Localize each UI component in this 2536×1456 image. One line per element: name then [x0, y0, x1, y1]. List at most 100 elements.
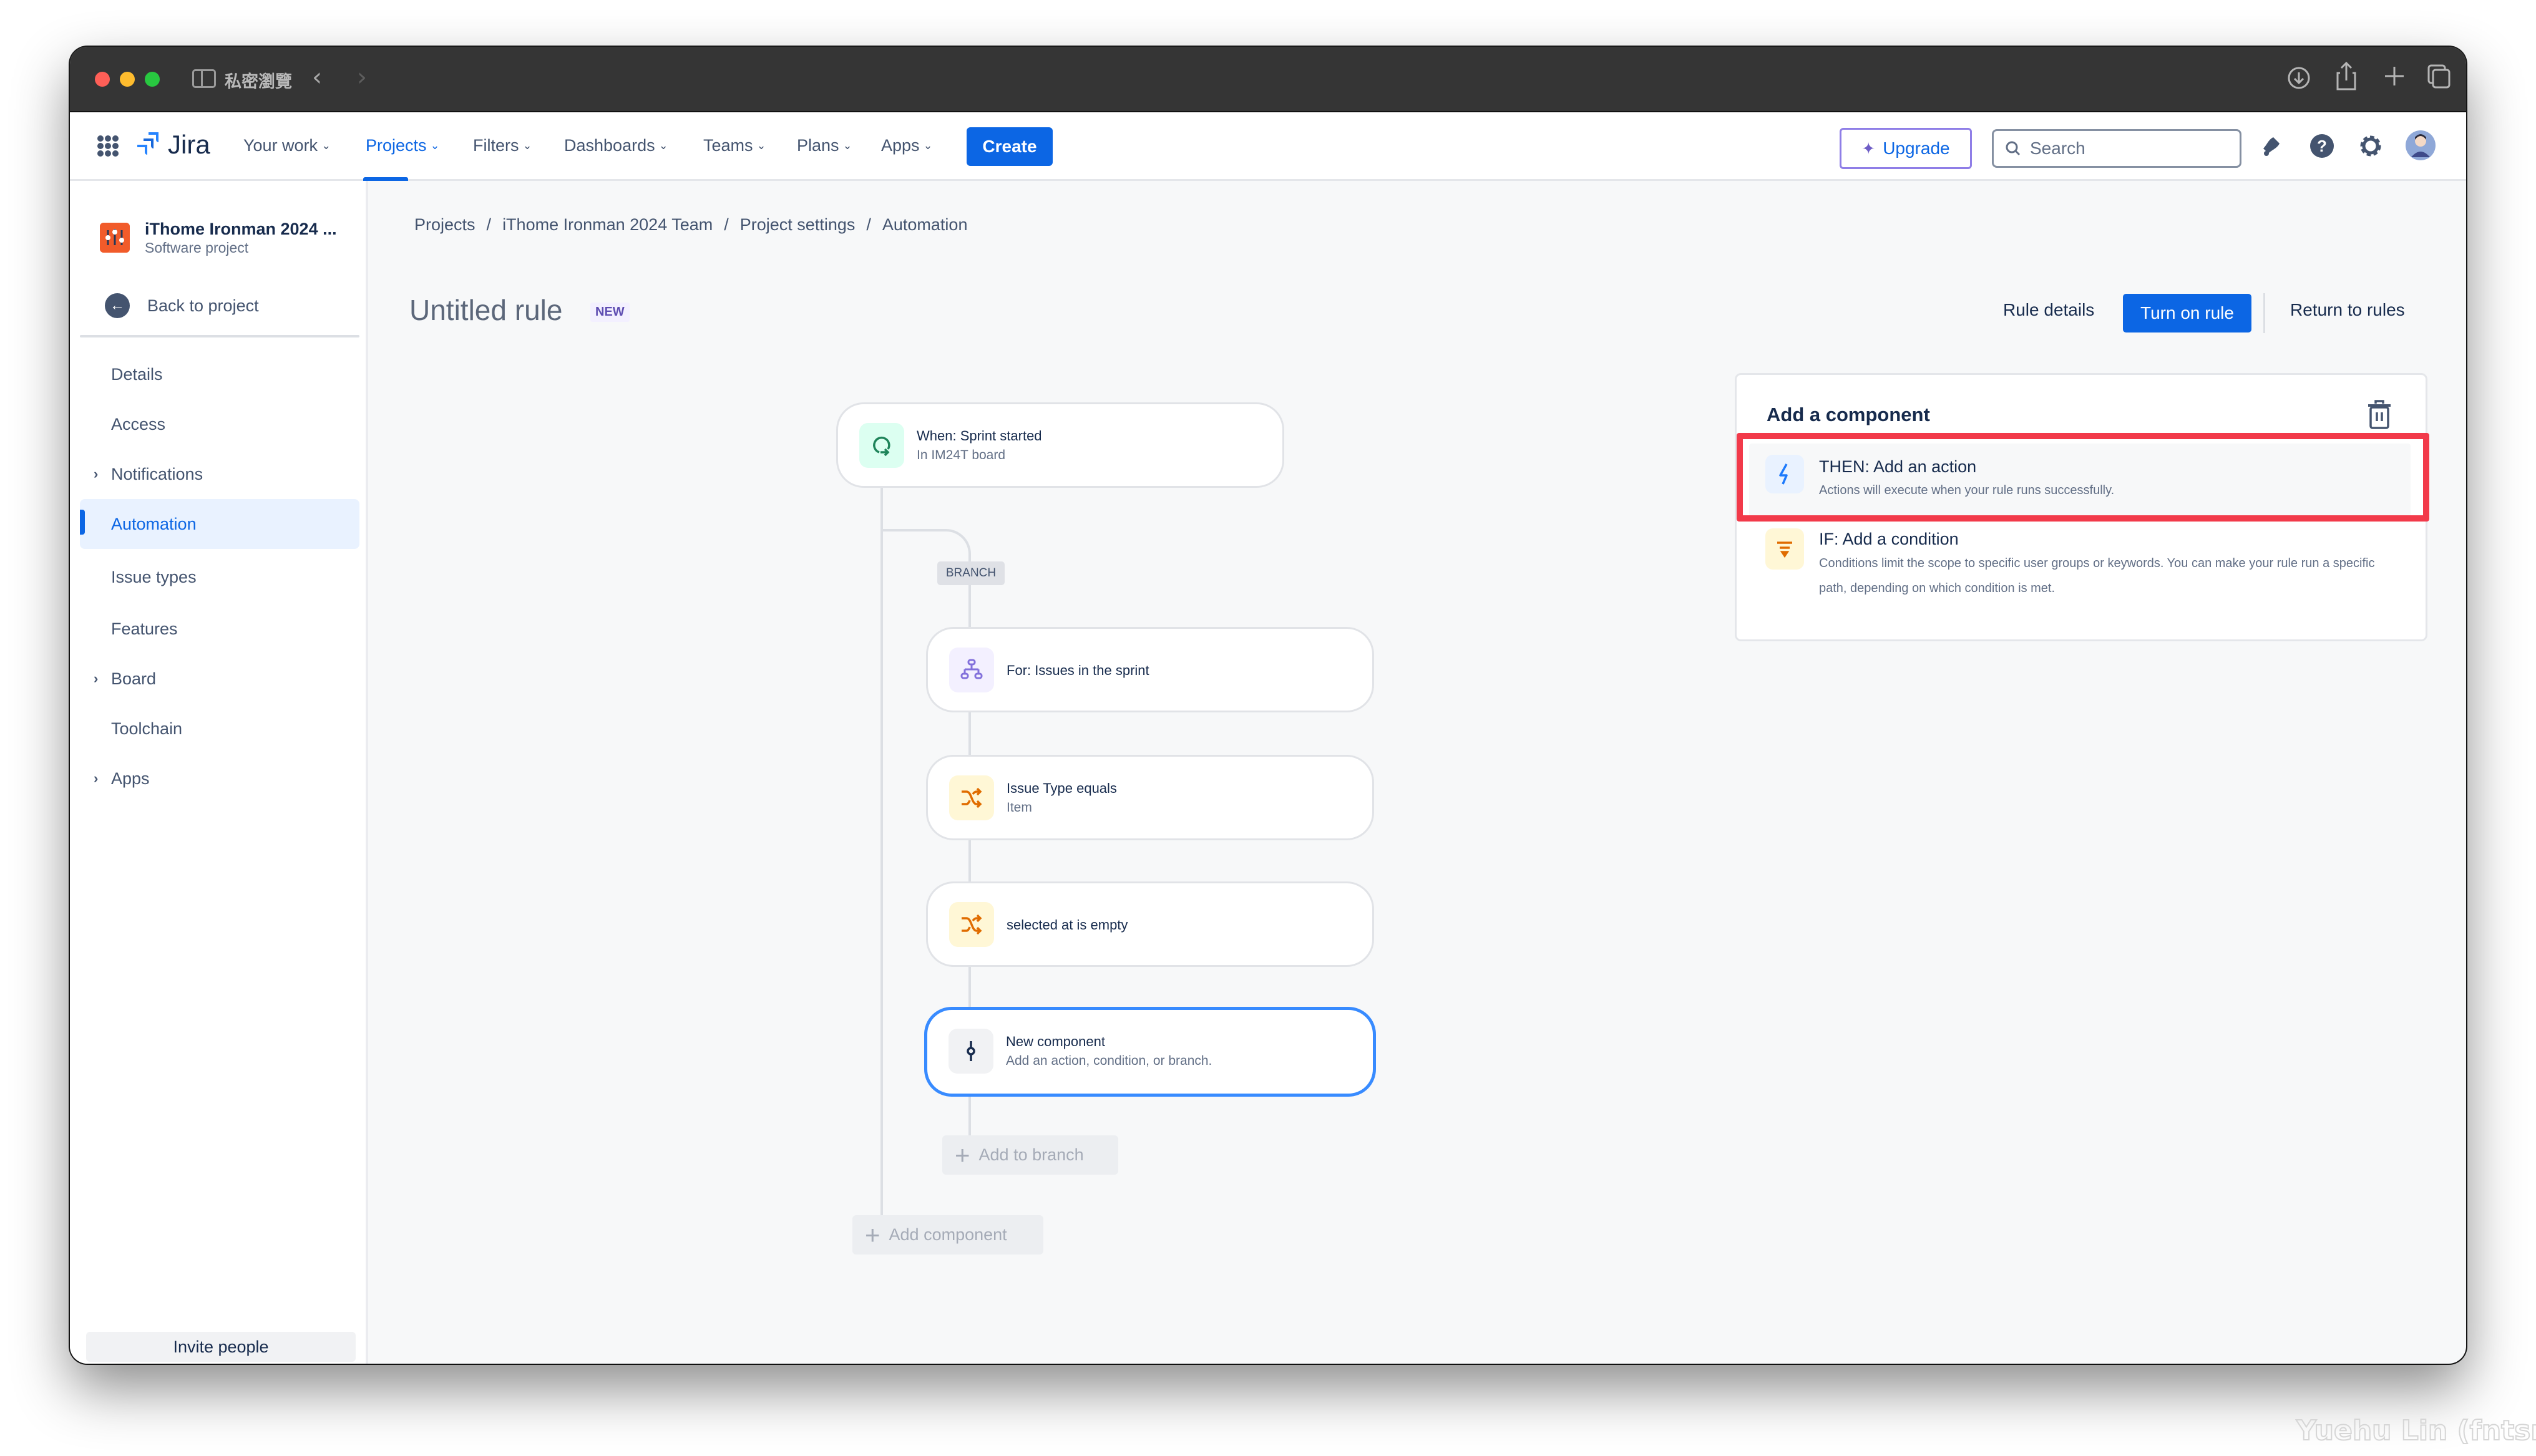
- new-badge: NEW: [590, 303, 630, 322]
- sidebar-item-features[interactable]: Features: [80, 604, 359, 654]
- turn-on-rule-button[interactable]: Turn on rule: [2123, 294, 2251, 332]
- project-type: Software project: [145, 240, 249, 256]
- branch-hierarchy-icon: [949, 648, 994, 692]
- main-flow-connector: [880, 488, 883, 1216]
- condition-shuffle-icon: [949, 775, 994, 820]
- return-to-rules-button[interactable]: Return to rules: [2290, 300, 2405, 320]
- search-input[interactable]: Search: [1992, 129, 2241, 168]
- trigger-title: When: Sprint started: [917, 428, 1042, 444]
- search-icon: [2006, 141, 2021, 156]
- project-settings-sidebar: iThome Ironman 2024 ... Software project…: [70, 181, 368, 1364]
- sidebar-item-toolchain[interactable]: Toolchain: [80, 704, 359, 754]
- option-description: Conditions limit the scope to specific u…: [1819, 556, 2375, 595]
- chevron-down-icon: ⌄: [756, 139, 766, 152]
- nav-apps[interactable]: Apps ⌄: [881, 136, 933, 155]
- invite-people-button[interactable]: Invite people: [86, 1332, 356, 1362]
- trigger-card[interactable]: When: Sprint started In IM24T board: [836, 402, 1284, 488]
- sidebar-item-issue-types[interactable]: Issue types: [80, 552, 359, 602]
- nav-dashboards[interactable]: Dashboards ⌄: [564, 136, 668, 155]
- condition-card[interactable]: selected at is empty: [926, 881, 1374, 967]
- chevron-right-icon[interactable]: ›: [94, 671, 98, 687]
- chevron-down-icon: ⌄: [321, 139, 331, 152]
- back-to-project-link[interactable]: ← Back to project: [105, 293, 259, 318]
- plus-icon: +: [955, 1140, 970, 1170]
- sidebar-item-access[interactable]: Access: [80, 399, 359, 449]
- new-tab-icon[interactable]: [2382, 64, 2406, 88]
- condition-card-title: selected at is empty: [1007, 917, 1128, 933]
- condition-card[interactable]: Issue Type equals Item: [926, 755, 1374, 840]
- condition-card-title: Issue Type equals: [1007, 780, 1117, 796]
- sidebar-item-notifications[interactable]: › Notifications: [80, 449, 359, 499]
- condition-shuffle-icon: [949, 902, 994, 947]
- branch-label: BRANCH: [937, 561, 1005, 585]
- sidebar-divider: [80, 335, 359, 337]
- filter-icon: [1765, 528, 1804, 570]
- watermark: Yuehu Lin (fntsr.tw): [2296, 1414, 2536, 1447]
- sparkle-icon: ✦: [1861, 138, 1876, 158]
- close-window-button[interactable]: [95, 72, 110, 87]
- breadcrumb-project-settings[interactable]: Project settings: [740, 215, 856, 234]
- highlight-annotation-box: [1737, 433, 2429, 522]
- chevron-down-icon: ⌄: [522, 139, 532, 152]
- maximize-window-button[interactable]: [145, 72, 160, 87]
- back-to-project-label: Back to project: [147, 296, 259, 315]
- help-icon[interactable]: ?: [2308, 132, 2336, 160]
- header-separator: [2263, 293, 2265, 333]
- breadcrumb: Projects / iThome Ironman 2024 Team / Projec…: [414, 215, 968, 234]
- add-component-label: Add component: [889, 1225, 1007, 1244]
- nav-teams[interactable]: Teams ⌄: [703, 136, 766, 155]
- user-avatar[interactable]: [2405, 130, 2436, 161]
- nav-your-work[interactable]: Your work ⌄: [243, 136, 331, 155]
- download-icon[interactable]: [2286, 66, 2311, 90]
- notifications-bell-icon[interactable]: [2258, 132, 2286, 160]
- sidebar-item-apps[interactable]: › Apps: [80, 754, 359, 803]
- branch-card-title: For: Issues in the sprint: [1007, 662, 1149, 678]
- new-component-subtitle: Add an action, condition, or branch.: [1006, 1054, 1212, 1068]
- new-component-card[interactable]: New component Add an action, condition, …: [924, 1007, 1376, 1097]
- chevron-right-icon[interactable]: ›: [94, 466, 98, 482]
- share-icon[interactable]: [2335, 61, 2358, 92]
- chevron-down-icon: ⌄: [430, 139, 440, 152]
- if-add-condition-option[interactable]: IF: Add a condition Conditions limit the…: [1749, 525, 2411, 624]
- settings-gear-icon[interactable]: [2357, 132, 2384, 160]
- nav-projects[interactable]: Projects ⌄: [366, 136, 440, 155]
- search-placeholder: Search: [2030, 138, 2085, 158]
- svg-text:?: ?: [2317, 137, 2327, 155]
- breadcrumb-project[interactable]: iThome Ironman 2024 Team: [502, 215, 713, 234]
- project-name[interactable]: iThome Ironman 2024 ...: [145, 220, 337, 239]
- nav-plans[interactable]: Plans ⌄: [797, 136, 852, 155]
- add-to-branch-label: Add to branch: [978, 1145, 1084, 1164]
- jira-wordmark[interactable]: Jira: [168, 130, 210, 160]
- trash-icon[interactable]: [2367, 400, 2392, 430]
- create-button[interactable]: Create: [967, 127, 1053, 166]
- sidebar-item-details[interactable]: Details: [80, 349, 359, 399]
- sidebar-toggle-icon[interactable]: [192, 69, 216, 88]
- browser-forward-button[interactable]: ›: [357, 63, 367, 92]
- upgrade-label: Upgrade: [1883, 138, 1950, 158]
- jira-top-navigation: Jira Your work ⌄ Projects ⌄ Filters ⌄ Dashb…: [70, 112, 2466, 181]
- jira-logo-icon[interactable]: [135, 131, 160, 157]
- nav-filters[interactable]: Filters ⌄: [473, 136, 532, 155]
- sidebar-item-automation[interactable]: Automation: [80, 499, 359, 549]
- private-browsing-label: 私密瀏覽: [225, 72, 292, 92]
- panel-title: Add a component: [1767, 404, 1930, 425]
- browser-back-button[interactable]: ‹: [312, 63, 322, 92]
- app-switcher-icon[interactable]: [97, 135, 119, 157]
- rule-title[interactable]: Untitled rule: [409, 293, 562, 327]
- chevron-down-icon: ⌄: [658, 139, 668, 152]
- breadcrumb-projects[interactable]: Projects: [414, 215, 476, 234]
- trigger-subtitle: In IM24T board: [917, 448, 1006, 462]
- tabs-overview-icon[interactable]: [2426, 63, 2451, 89]
- breadcrumb-automation[interactable]: Automation: [882, 215, 968, 234]
- browser-window: 私密瀏覽 ‹ › Jira Your work ⌄ Projects ⌄ Fil…: [70, 47, 2466, 1364]
- option-title: IF: Add a condition: [1819, 530, 1959, 548]
- add-to-branch-button[interactable]: + Add to branch: [942, 1135, 1118, 1175]
- add-component-button[interactable]: + Add component: [852, 1215, 1043, 1255]
- project-avatar-icon: [100, 223, 130, 253]
- upgrade-button[interactable]: ✦ Upgrade: [1840, 128, 1972, 169]
- chevron-right-icon[interactable]: ›: [94, 770, 98, 787]
- branch-for-card[interactable]: For: Issues in the sprint: [926, 627, 1374, 712]
- rule-details-button[interactable]: Rule details: [2003, 300, 2094, 320]
- minimize-window-button[interactable]: [120, 72, 135, 87]
- sidebar-item-board[interactable]: › Board: [80, 654, 359, 704]
